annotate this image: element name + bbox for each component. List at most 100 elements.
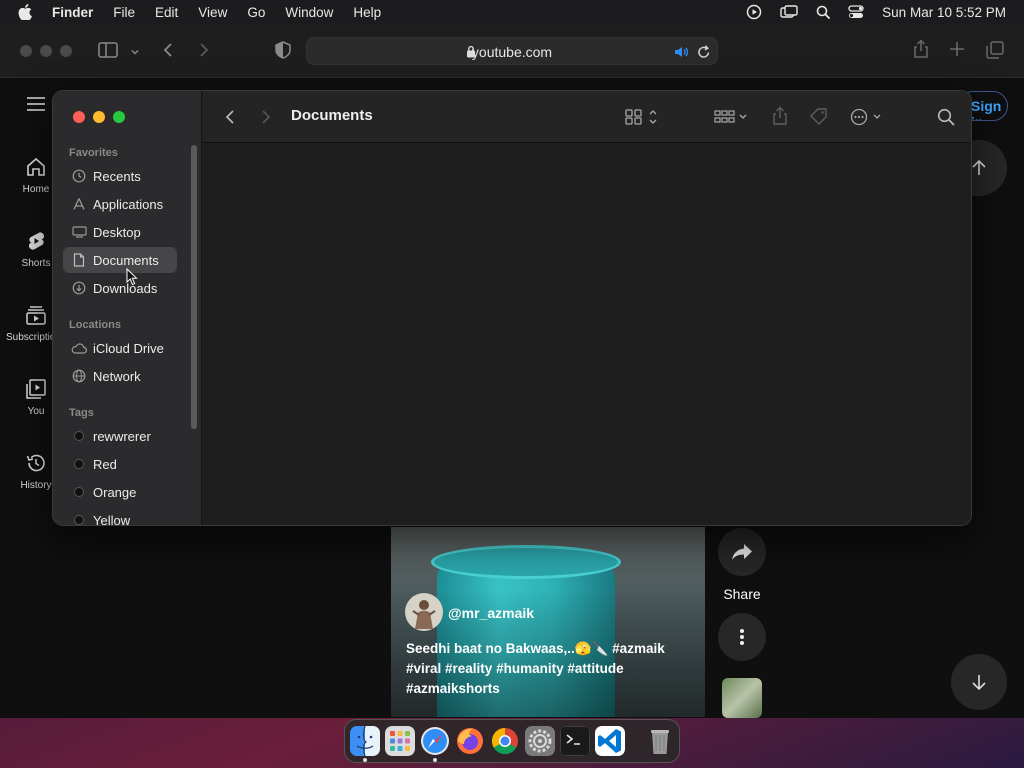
share-label: Share xyxy=(723,586,761,602)
sidebar-item-desktop[interactable]: Desktop xyxy=(63,219,177,245)
sidebar-scrollbar[interactable] xyxy=(191,145,197,429)
sidebar-item-label: Recents xyxy=(93,168,141,184)
sidebar-item-label: Applications xyxy=(93,196,164,212)
finder-share-icon[interactable] xyxy=(772,106,788,131)
tag-icon[interactable] xyxy=(809,107,829,132)
menu-file[interactable]: File xyxy=(113,5,135,20)
shorts-video-player[interactable]: @mr_azmaik Seedhi baat no Bakwaas,..🫣🔪 #… xyxy=(391,527,705,717)
you-icon xyxy=(26,379,46,399)
share-toolbar-icon[interactable] xyxy=(912,39,930,64)
menu-app-name[interactable]: Finder xyxy=(52,5,93,20)
finder-window-title: Documents xyxy=(291,107,373,124)
finder-search-icon[interactable] xyxy=(937,108,955,131)
control-center-icon[interactable] xyxy=(848,5,864,19)
forward-icon[interactable] xyxy=(198,41,210,64)
finder-sidebar: Favorites Recents Applications Desktop D… xyxy=(53,91,202,526)
dock-chrome-icon[interactable] xyxy=(490,726,520,756)
tag-dot-icon xyxy=(74,459,84,469)
sidebar-item-icloud-drive[interactable]: iCloud Drive xyxy=(63,335,177,361)
dock-system-settings-icon[interactable] xyxy=(525,726,555,756)
next-short-button[interactable] xyxy=(951,654,1007,710)
menu-view[interactable]: View xyxy=(198,5,227,20)
video-caption: Seedhi baat no Bakwaas,..🫣🔪 #azmaik #vir… xyxy=(406,641,665,696)
share-action[interactable]: Share xyxy=(718,528,766,602)
spotlight-search-icon[interactable] xyxy=(816,5,831,19)
finder-forward-icon[interactable] xyxy=(261,108,271,131)
sidebar-item-label: Orange xyxy=(93,484,137,500)
sidebar-item-documents[interactable]: Documents xyxy=(63,247,177,273)
dock-firefox-icon[interactable] xyxy=(455,726,485,756)
back-icon[interactable] xyxy=(162,41,174,64)
screen-mirroring-icon[interactable] xyxy=(780,5,798,19)
sidebar-item-applications[interactable]: Applications xyxy=(63,191,177,217)
privacy-shield-icon[interactable] xyxy=(275,41,291,64)
sidebar-tag-yellow[interactable]: Yellow xyxy=(63,507,177,526)
finder-zoom-button[interactable] xyxy=(113,111,125,123)
menu-window[interactable]: Window xyxy=(285,5,333,20)
dock xyxy=(344,719,680,763)
dock-trash-icon[interactable] xyxy=(645,726,675,756)
apple-menu-icon[interactable] xyxy=(18,4,36,20)
sidebar-toggle-icon[interactable] xyxy=(98,41,118,64)
minimize-button[interactable] xyxy=(40,45,52,57)
share-button[interactable] xyxy=(718,528,766,576)
dock-vscode-icon[interactable] xyxy=(595,726,625,756)
address-bar[interactable]: youtube.com xyxy=(306,37,718,65)
globe-icon xyxy=(71,369,87,383)
tab-overview-icon[interactable] xyxy=(986,41,1004,64)
finder-minimize-button[interactable] xyxy=(93,111,105,123)
dock-safari-icon[interactable] xyxy=(420,726,450,756)
arrow-up-icon xyxy=(972,159,986,175)
video-frame-bucket-rim xyxy=(431,545,621,579)
action-menu-icon[interactable] xyxy=(850,108,886,131)
more-options-button[interactable] xyxy=(718,613,766,661)
menu-icon[interactable] xyxy=(26,96,46,117)
chevron-down-icon[interactable] xyxy=(130,44,140,62)
sidebar-tag-red[interactable]: Red xyxy=(63,451,177,477)
desktop-icon xyxy=(71,226,87,238)
finder-close-button[interactable] xyxy=(73,111,85,123)
menu-clock[interactable]: Sun Mar 10 5:52 PM xyxy=(882,5,1006,20)
sidebar-tag-rewwrerer[interactable]: rewwrerer xyxy=(63,423,177,449)
reload-icon[interactable] xyxy=(697,44,711,65)
finder-file-area[interactable] xyxy=(203,144,971,525)
menu-help[interactable]: Help xyxy=(353,5,381,20)
share-arrow-icon xyxy=(732,544,752,560)
channel-avatar[interactable] xyxy=(405,593,443,631)
home-icon xyxy=(27,157,45,176)
sidebar-tag-orange[interactable]: Orange xyxy=(63,479,177,505)
sidebar-item-recents[interactable]: Recents xyxy=(63,163,177,189)
view-icons-icon[interactable] xyxy=(625,108,661,131)
applications-icon xyxy=(71,197,87,211)
sign-in-label: Sign in xyxy=(971,98,1002,120)
history-icon xyxy=(26,454,45,472)
finder-window: Favorites Recents Applications Desktop D… xyxy=(52,90,972,526)
finder-back-icon[interactable] xyxy=(225,108,235,131)
sidebar-item-label: Desktop xyxy=(93,224,141,240)
sidebar-item-label: Yellow xyxy=(93,512,131,526)
channel-handle[interactable]: @mr_azmaik xyxy=(448,605,534,621)
menu-edit[interactable]: Edit xyxy=(155,5,178,20)
dock-terminal-icon[interactable] xyxy=(560,726,590,756)
group-by-icon[interactable] xyxy=(714,108,750,131)
sidebar-item-downloads[interactable]: Downloads xyxy=(63,275,177,301)
subscriptions-icon xyxy=(26,306,46,325)
sound-thumbnail[interactable] xyxy=(722,678,762,718)
menu-go[interactable]: Go xyxy=(247,5,265,20)
dock-launchpad-icon[interactable] xyxy=(385,726,415,756)
nav-you-label: You xyxy=(27,406,45,417)
new-tab-icon[interactable] xyxy=(949,41,965,62)
sidebar-item-label: Red xyxy=(93,456,117,472)
play-status-icon[interactable] xyxy=(746,4,762,20)
finder-running-indicator xyxy=(363,758,367,762)
safari-toolbar: youtube.com xyxy=(0,24,1024,78)
mouse-cursor-icon xyxy=(126,267,138,291)
dock-finder-icon[interactable] xyxy=(350,726,380,756)
audio-playing-icon[interactable] xyxy=(673,45,689,64)
url-text: youtube.com xyxy=(471,44,553,60)
zoom-button[interactable] xyxy=(60,45,72,57)
document-icon xyxy=(71,253,87,267)
sidebar-item-network[interactable]: Network xyxy=(63,363,177,389)
favorites-header: Favorites xyxy=(69,147,118,159)
close-button[interactable] xyxy=(20,45,32,57)
